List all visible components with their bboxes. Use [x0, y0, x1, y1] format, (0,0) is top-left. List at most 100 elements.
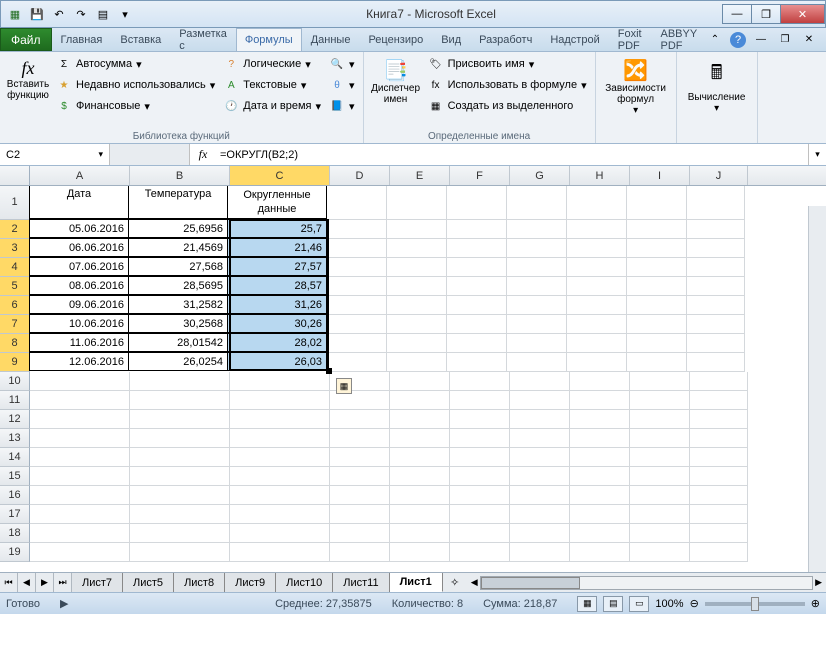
- help-icon[interactable]: ?: [730, 32, 746, 48]
- undo-icon[interactable]: ↶: [49, 4, 69, 24]
- close-button[interactable]: ✕: [780, 4, 825, 24]
- cell[interactable]: [330, 448, 390, 467]
- autofill-options-button[interactable]: ▦: [336, 378, 352, 394]
- cell[interactable]: [30, 524, 130, 543]
- cell[interactable]: [570, 505, 630, 524]
- cell[interactable]: [130, 448, 230, 467]
- cell[interactable]: [507, 277, 567, 296]
- cell[interactable]: [450, 372, 510, 391]
- add-sheet-button[interactable]: ✧: [443, 573, 467, 592]
- cell[interactable]: 12.06.2016: [29, 352, 129, 371]
- cell[interactable]: [507, 186, 567, 220]
- cell[interactable]: [450, 486, 510, 505]
- cell[interactable]: [567, 353, 627, 372]
- cell[interactable]: [387, 334, 447, 353]
- use-in-formula-button[interactable]: fxИспользовать в формуле ▾: [424, 75, 591, 95]
- row-header[interactable]: 6: [0, 296, 30, 315]
- cell[interactable]: [130, 543, 230, 562]
- minimize-ribbon-icon[interactable]: ⌃: [706, 32, 724, 48]
- cell[interactable]: [630, 543, 690, 562]
- ribbon-tab[interactable]: Foxit PDF: [609, 28, 652, 51]
- cell[interactable]: [570, 543, 630, 562]
- row-header[interactable]: 2: [0, 220, 30, 239]
- sheet-tab[interactable]: Лист8: [174, 573, 225, 592]
- cell[interactable]: [687, 258, 745, 277]
- cell[interactable]: [30, 429, 130, 448]
- ribbon-tab[interactable]: Рецензиро: [359, 28, 432, 51]
- autosum-button[interactable]: ΣАвтосумма ▾: [52, 54, 219, 74]
- cell[interactable]: [627, 277, 687, 296]
- column-header[interactable]: F: [450, 166, 510, 185]
- cell[interactable]: [330, 467, 390, 486]
- row-header[interactable]: 1: [0, 186, 30, 220]
- cell[interactable]: [30, 467, 130, 486]
- ribbon-tab[interactable]: ABBYY PDF: [652, 28, 707, 51]
- cell[interactable]: [690, 448, 748, 467]
- select-all-button[interactable]: [0, 166, 30, 185]
- cell[interactable]: [450, 505, 510, 524]
- ribbon-tab[interactable]: Вид: [432, 28, 470, 51]
- cell[interactable]: [510, 543, 570, 562]
- sheet-tab[interactable]: Лист11: [333, 573, 389, 592]
- cell[interactable]: [630, 410, 690, 429]
- cell[interactable]: Дата: [29, 186, 129, 219]
- calculation-button[interactable]: 🖩 Вычисление ▾: [681, 54, 753, 118]
- cell[interactable]: 07.06.2016: [29, 257, 129, 276]
- cell[interactable]: [627, 220, 687, 239]
- cell[interactable]: [570, 486, 630, 505]
- cell[interactable]: [447, 353, 507, 372]
- cell[interactable]: [230, 448, 330, 467]
- cell[interactable]: [330, 486, 390, 505]
- cell[interactable]: [390, 429, 450, 448]
- cell[interactable]: [450, 467, 510, 486]
- column-header[interactable]: C: [230, 166, 330, 185]
- cell[interactable]: [130, 410, 230, 429]
- column-header[interactable]: I: [630, 166, 690, 185]
- cell[interactable]: 25,6956: [128, 219, 228, 238]
- expand-formula-bar-icon[interactable]: ▾: [808, 144, 826, 165]
- cell[interactable]: [570, 467, 630, 486]
- datetime-button[interactable]: 🕐Дата и время ▾: [219, 96, 325, 116]
- cell[interactable]: [687, 186, 745, 220]
- cell[interactable]: [327, 334, 387, 353]
- quick-print-icon[interactable]: ▾: [115, 4, 135, 24]
- row-header[interactable]: 4: [0, 258, 30, 277]
- cell[interactable]: [630, 467, 690, 486]
- cell[interactable]: [390, 486, 450, 505]
- row-header[interactable]: 18: [0, 524, 30, 543]
- fx-button[interactable]: fx: [190, 144, 216, 165]
- column-header[interactable]: H: [570, 166, 630, 185]
- cell[interactable]: [447, 220, 507, 239]
- cell[interactable]: 28,5695: [128, 276, 228, 295]
- cell[interactable]: [570, 429, 630, 448]
- cell[interactable]: [330, 429, 390, 448]
- cell[interactable]: [387, 315, 447, 334]
- row-header[interactable]: 7: [0, 315, 30, 334]
- cell[interactable]: [327, 353, 387, 372]
- cell[interactable]: [230, 505, 330, 524]
- cell[interactable]: [387, 239, 447, 258]
- cell[interactable]: [130, 486, 230, 505]
- cell[interactable]: [387, 220, 447, 239]
- row-header[interactable]: 19: [0, 543, 30, 562]
- cell[interactable]: 08.06.2016: [29, 276, 129, 295]
- cell[interactable]: [390, 524, 450, 543]
- column-header[interactable]: D: [330, 166, 390, 185]
- vertical-scrollbar[interactable]: [808, 206, 826, 572]
- cell[interactable]: [130, 372, 230, 391]
- cell[interactable]: [627, 239, 687, 258]
- formula-dependencies-button[interactable]: 🔀 Зависимости формул ▾: [600, 54, 672, 120]
- column-header[interactable]: J: [690, 166, 748, 185]
- normal-view-button[interactable]: ▦: [577, 596, 597, 612]
- cell[interactable]: [330, 543, 390, 562]
- sheet-tab[interactable]: Лист7: [72, 573, 123, 592]
- macro-icon[interactable]: ▶: [60, 597, 68, 610]
- cell[interactable]: [510, 467, 570, 486]
- cell[interactable]: [390, 448, 450, 467]
- cell[interactable]: [510, 448, 570, 467]
- cell[interactable]: 10.06.2016: [29, 314, 129, 333]
- row-header[interactable]: 10: [0, 372, 30, 391]
- ribbon-tab[interactable]: Надстрой: [541, 28, 608, 51]
- cell[interactable]: [327, 258, 387, 277]
- horizontal-scrollbar[interactable]: ◀ ▶: [467, 573, 826, 592]
